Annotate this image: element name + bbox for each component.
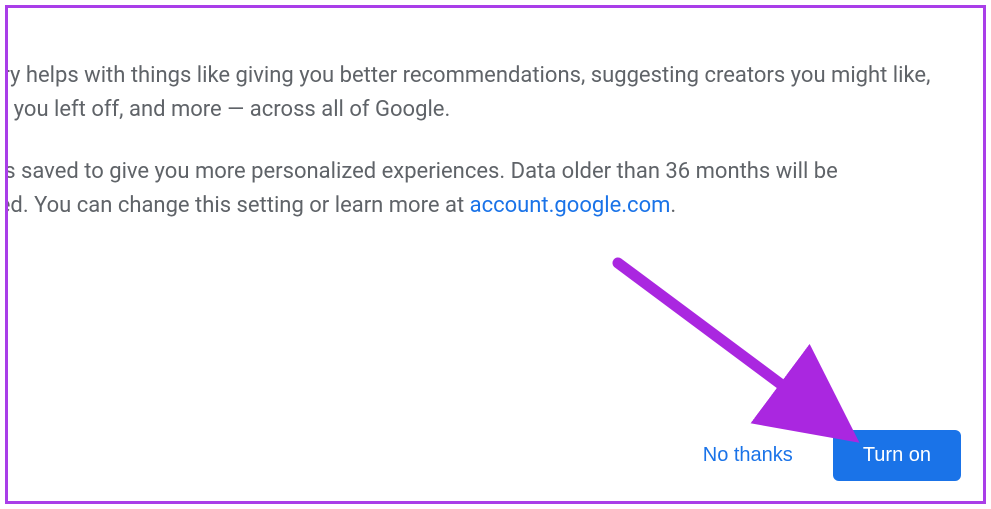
turn-on-button[interactable]: Turn on <box>833 430 961 481</box>
account-link[interactable]: account.google.com <box>470 193 671 218</box>
dialog-paragraph-2-suffix: . <box>670 193 676 218</box>
dialog-body: Your YouTube history helps with things l… <box>5 59 973 223</box>
dialog-frame: Your YouTube history helps with things l… <box>5 5 986 504</box>
dialog-button-row: No thanks Turn on <box>695 430 961 481</box>
dialog-paragraph-2-prefix: When on, this data is saved to give you … <box>5 159 838 218</box>
dialog-paragraph-1: Your YouTube history helps with things l… <box>5 59 973 127</box>
dialog-paragraph-2: When on, this data is saved to give you … <box>5 155 973 223</box>
no-thanks-button[interactable]: No thanks <box>695 432 801 479</box>
